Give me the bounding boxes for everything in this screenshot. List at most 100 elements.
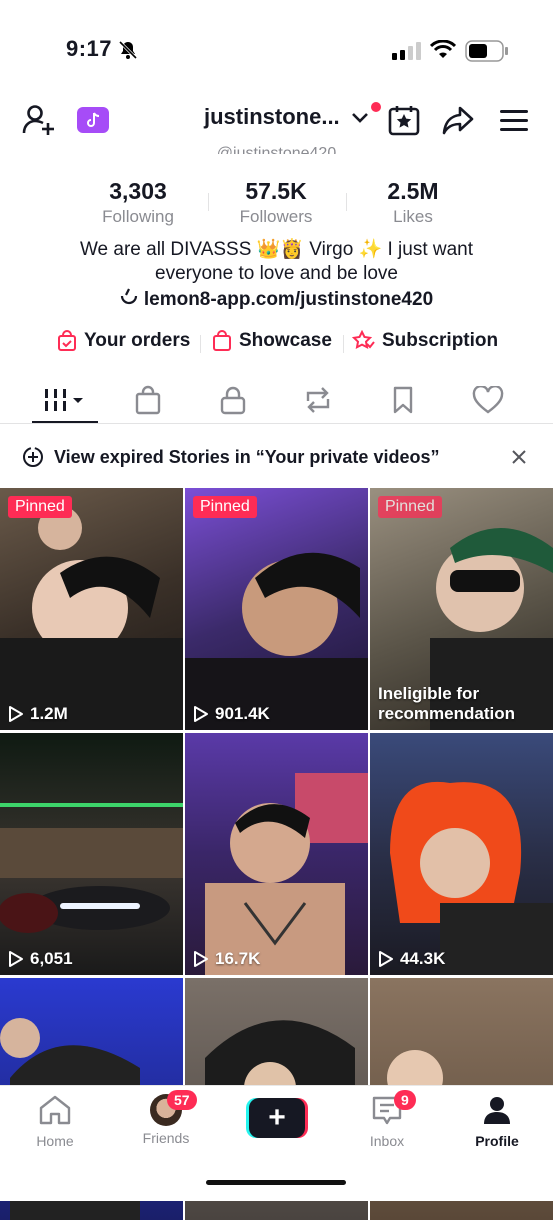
subscription-button[interactable]: Subscription bbox=[352, 330, 498, 352]
tab-liked[interactable] bbox=[458, 380, 518, 420]
thumbnail-image bbox=[0, 803, 183, 933]
nav-profile-label: Profile bbox=[475, 1133, 519, 1149]
video-thumbnail[interactable]: 44.3K bbox=[370, 733, 553, 975]
nav-friends[interactable]: Friends bbox=[121, 1094, 211, 1146]
profile-icon bbox=[484, 1097, 510, 1124]
video-thumbnail[interactable]: Pinned Ineligible for recommendation bbox=[370, 488, 553, 730]
tab-shop[interactable] bbox=[118, 380, 178, 420]
divider bbox=[200, 335, 201, 353]
divider bbox=[343, 335, 344, 353]
stat-value: 2.5M bbox=[387, 178, 439, 204]
menu-icon[interactable] bbox=[494, 100, 534, 140]
video-thumbnail[interactable]: Pinned 1.2M bbox=[0, 488, 183, 730]
view-count-text: 16.7K bbox=[215, 949, 261, 968]
shopping-bag-icon bbox=[135, 385, 161, 415]
subscription-star-icon bbox=[352, 330, 375, 350]
video-thumbnail[interactable]: 16.7K bbox=[185, 733, 368, 975]
play-icon bbox=[194, 951, 208, 967]
tab-reposts[interactable] bbox=[288, 380, 348, 420]
showcase-button[interactable]: Showcase bbox=[211, 330, 332, 352]
home-indicator bbox=[206, 1180, 346, 1185]
your-orders-button[interactable]: Your orders bbox=[56, 330, 190, 352]
home-icon bbox=[39, 1095, 71, 1125]
showcase-label: Showcase bbox=[239, 330, 332, 351]
nav-friends-label: Friends bbox=[142, 1130, 190, 1146]
stat-likes[interactable]: 2.5M Likes bbox=[343, 178, 483, 227]
stat-value: 3,303 bbox=[109, 178, 167, 204]
banner-text: View expired Stories in “Your private vi… bbox=[54, 446, 440, 467]
repost-icon bbox=[306, 387, 330, 413]
link-icon bbox=[120, 288, 138, 312]
mute-bell-icon bbox=[118, 40, 138, 65]
play-icon bbox=[379, 951, 393, 967]
video-thumbnail[interactable]: Pinned 901.4K bbox=[185, 488, 368, 730]
bio-link-text: lemon8-app.com/justinstone420 bbox=[143, 289, 434, 311]
tiktok-studio-icon[interactable] bbox=[73, 100, 113, 140]
lock-icon bbox=[220, 386, 246, 415]
stat-following[interactable]: 3,303 Following bbox=[68, 178, 208, 227]
stat-label: Following bbox=[102, 207, 174, 226]
view-count-text: 6,051 bbox=[30, 949, 73, 968]
play-icon bbox=[194, 706, 208, 722]
pinned-badge: Pinned bbox=[378, 496, 442, 518]
notification-dot bbox=[371, 102, 381, 112]
stat-value: 57.5K bbox=[245, 178, 307, 204]
wifi-icon bbox=[429, 39, 457, 65]
stat-label: Likes bbox=[393, 207, 433, 226]
signal-icon bbox=[392, 42, 422, 65]
inbox-badge: 9 bbox=[394, 1090, 416, 1110]
nav-home[interactable]: Home bbox=[10, 1094, 100, 1149]
thumbnail-image bbox=[0, 506, 183, 730]
chevron-down-icon[interactable] bbox=[350, 108, 370, 133]
battery-icon bbox=[465, 40, 509, 67]
pinned-badge: Pinned bbox=[8, 496, 72, 518]
nav-profile[interactable]: Profile bbox=[452, 1094, 542, 1149]
tab-private[interactable] bbox=[203, 380, 263, 420]
bookmark-icon bbox=[393, 386, 413, 414]
thumbnail-image bbox=[390, 781, 553, 975]
pinned-badge: Pinned bbox=[193, 496, 257, 518]
thumbnail-image bbox=[205, 773, 368, 975]
ineligible-status: Ineligible for recommendation bbox=[378, 684, 515, 723]
divider bbox=[0, 423, 553, 424]
plus-icon: + bbox=[249, 1098, 305, 1138]
status-time: 9:17 bbox=[66, 36, 113, 61]
tab-videos[interactable] bbox=[36, 380, 96, 420]
view-count-text: 44.3K bbox=[400, 949, 446, 968]
expired-stories-banner[interactable]: View expired Stories in “Your private vi… bbox=[0, 432, 553, 482]
video-thumbnail[interactable]: 6,051 bbox=[0, 733, 183, 975]
add-friend-icon[interactable] bbox=[18, 100, 58, 140]
heart-icon bbox=[472, 386, 504, 414]
calendar-star-icon[interactable] bbox=[384, 100, 424, 140]
thumbnail-image bbox=[185, 552, 368, 730]
grid-icon bbox=[45, 389, 83, 411]
play-icon bbox=[9, 951, 23, 967]
subscription-label: Subscription bbox=[382, 330, 499, 351]
share-icon[interactable] bbox=[438, 100, 478, 140]
view-count: 1.2M bbox=[8, 704, 68, 724]
friends-badge: 57 bbox=[167, 1090, 197, 1110]
play-icon bbox=[9, 706, 23, 722]
your-orders-label: Your orders bbox=[84, 330, 191, 351]
profile-bio: We are all DIVASSS 👑👸 Virgo ✨ I just wan… bbox=[79, 239, 474, 284]
tab-favorites[interactable] bbox=[373, 380, 433, 420]
view-count: 901.4K bbox=[193, 704, 270, 724]
create-button[interactable]: + bbox=[246, 1098, 308, 1138]
view-count: 16.7K bbox=[193, 949, 260, 969]
nav-inbox[interactable]: Inbox bbox=[342, 1094, 432, 1149]
stat-label: Followers bbox=[239, 207, 313, 226]
nav-home-label: Home bbox=[36, 1133, 74, 1149]
profile-handle: @justinstone420 bbox=[216, 145, 337, 154]
showcase-bag-icon bbox=[213, 330, 231, 351]
close-icon[interactable] bbox=[510, 448, 528, 471]
view-count: 44.3K bbox=[378, 949, 445, 969]
bio-link[interactable]: lemon8-app.com/justinstone420 bbox=[0, 288, 553, 312]
stat-followers[interactable]: 57.5K Followers bbox=[206, 178, 346, 227]
orders-bag-icon bbox=[58, 330, 76, 351]
profile-username[interactable]: justinstone... bbox=[204, 104, 340, 130]
view-count-text: 901.4K bbox=[215, 704, 270, 723]
view-count-text: 1.2M bbox=[30, 704, 68, 723]
nav-inbox-label: Inbox bbox=[369, 1133, 405, 1149]
stories-plus-icon bbox=[22, 446, 44, 468]
view-count: 6,051 bbox=[8, 949, 73, 969]
